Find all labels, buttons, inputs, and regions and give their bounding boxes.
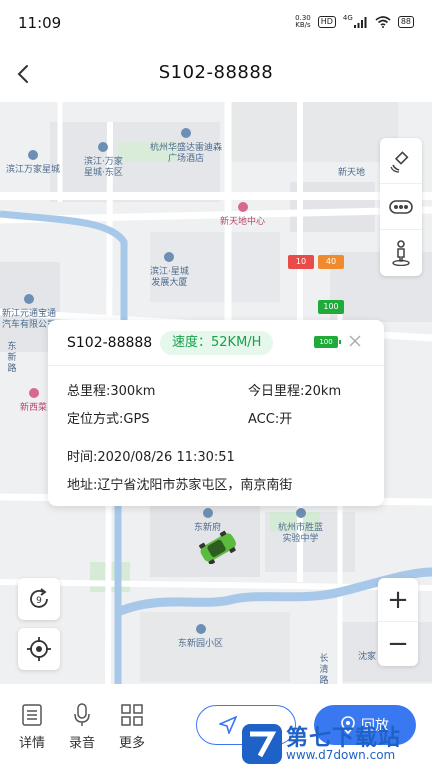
navigate-icon (219, 716, 237, 734)
list-icon (22, 704, 42, 726)
zoom-out-button[interactable]: − (378, 622, 418, 666)
zoom-control: + − (378, 578, 418, 666)
details-button[interactable]: 详情 (12, 702, 52, 751)
details-label: 详情 (18, 736, 45, 751)
refresh-count: 9 (36, 596, 42, 606)
network-speed: 0.30 KB/s (295, 14, 311, 29)
watermark-url: www.d7down.com (286, 748, 396, 762)
road-changqing: 长清路 (319, 654, 329, 684)
poi-dongxin-park: 东新园小区 (178, 624, 223, 650)
poi-xinxicai: 新西菜 (20, 388, 47, 414)
timestamp: 时间:2020/08/26 11:30:51 (67, 450, 235, 465)
refresh-button[interactable]: 9 (18, 578, 60, 620)
person-icon (392, 240, 410, 266)
more-label: 更多 (118, 736, 145, 751)
street-view-button[interactable] (380, 230, 422, 276)
more-button[interactable]: 更多 (112, 702, 152, 751)
status-icons: 0.30 KB/s HD 4G 88 (295, 14, 414, 29)
record-button[interactable]: 录音 (62, 702, 102, 751)
watermark: 第七下载站 www.d7down.com (236, 720, 426, 768)
wifi-icon (375, 16, 391, 28)
card-plate: S102-88888 (67, 335, 153, 351)
acc-status: ACC:开 (248, 412, 293, 427)
today-mileage: 今日里程:20km (248, 384, 342, 399)
watermark-logo-icon (242, 724, 282, 764)
vehicle-tag-red[interactable]: 10 (288, 255, 314, 269)
positioning-mode: 定位方式:GPS (67, 412, 150, 427)
poi-shenjia: 沈家 (358, 652, 377, 662)
page-title: S102-88888 (158, 62, 274, 83)
battery-badge: 100 (314, 336, 341, 348)
traffic-icon (389, 199, 413, 214)
poi-shengyu-school: 杭州市胜蓝 实验中学 (278, 508, 323, 545)
status-bar: 11:09 0.30 KB/s HD 4G 88 (0, 0, 432, 46)
crosshair-icon (27, 637, 51, 661)
record-label: 录音 (68, 736, 95, 751)
locate-button[interactable] (18, 628, 60, 670)
traffic-button[interactable] (380, 184, 422, 230)
poi-xintiandi: 新天地 (338, 168, 366, 178)
vehicle-tag-orange[interactable]: 40 (318, 255, 344, 269)
speed-badge: 速度：52KM/H (160, 331, 274, 355)
battery-icon: 88 (397, 16, 414, 28)
poi-hotel: 杭州华盛达雷迪森 广场酒店 (150, 128, 222, 165)
microphone-icon (74, 703, 90, 726)
car-marker-icon[interactable] (196, 530, 240, 564)
road-dongxin: 东新路 (7, 342, 17, 374)
map-tools (380, 138, 422, 276)
nav-bar: S102-88888 (0, 46, 432, 102)
total-mileage: 总里程:300km (67, 384, 156, 399)
address: 地址:辽宁省沈阳市苏家屯区，南京南街 (67, 478, 293, 493)
vehicle-info-card: S102-88888 速度：52KM/H 100 总里程:300km 今日里程:… (48, 320, 384, 506)
zoom-in-button[interactable]: + (378, 578, 418, 622)
status-time: 11:09 (18, 14, 62, 32)
refresh-icon: 9 (30, 588, 48, 608)
poi-wanjia-east: 滨江·万家 星城·东区 (84, 142, 123, 179)
card-header: S102-88888 速度：52KM/H 100 (48, 320, 384, 366)
satellite-icon (390, 150, 409, 173)
close-icon[interactable] (348, 334, 362, 348)
map-view[interactable]: 杭州华盛达雷迪森 广场酒店 滨江·万家 星城·东区 滨江万家星城 新天地中心 新… (0, 102, 432, 684)
vehicle-tag-green[interactable]: 100 (318, 300, 344, 314)
satellite-button[interactable] (380, 138, 422, 184)
hd-icon: HD (317, 16, 336, 28)
signal-icon: 4G (343, 14, 368, 28)
poi-xintiandi-center: 新天地中心 (220, 202, 265, 228)
poi-star-city: 滨江·星城 发展大厦 (150, 252, 189, 289)
poi-wanjia-city: 滨江万家星城 (6, 150, 60, 176)
grid-icon (121, 704, 143, 726)
